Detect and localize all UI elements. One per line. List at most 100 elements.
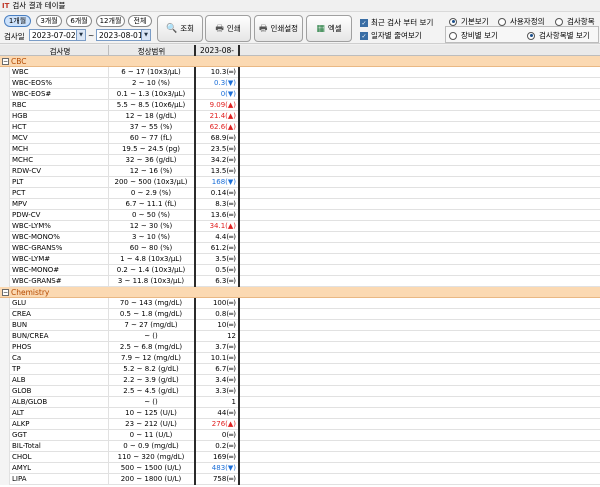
table-row[interactable]: WBC-GRANS% 60 ~ 80 (%) 61.2(═) [0, 243, 600, 254]
table-row[interactable]: RBC 5.5 ~ 8.5 (10x6/μL) 9.09(▲) [0, 100, 600, 111]
row-indent [0, 221, 10, 232]
table-row[interactable]: WBC-LYM# 1 ~ 4.8 (10x3/μL) 3.5(═) [0, 254, 600, 265]
collapse-icon[interactable]: − [2, 58, 9, 65]
table-row[interactable]: GLU 70 ~ 143 (mg/dL) 100(═) [0, 298, 600, 309]
period-12m-button[interactable]: 12개월 [96, 15, 125, 27]
result-value-cell: 68.9(═) [210, 134, 236, 142]
radio-equipment-label: 장비별 보기 [461, 31, 498, 40]
date-label: 검사일 [4, 32, 25, 41]
search-button[interactable]: 🔍 조회 [157, 15, 203, 42]
result-value-cell: 100(═) [212, 299, 236, 307]
table-row[interactable]: MPV 6.7 ~ 11.1 (fL) 8.3(═) [0, 199, 600, 210]
table-row[interactable]: WBC-EOS# 0.1 ~ 1.3 (10x3/μL) 0(▼) [0, 89, 600, 100]
table-row[interactable]: CHOL 110 ~ 320 (mg/dL) 169(═) [0, 452, 600, 463]
result-value-cell: 3.7(═) [215, 343, 236, 351]
table-row[interactable]: ALT 10 ~ 125 (U/L) 44(═) [0, 408, 600, 419]
result-value-cell: 0.8(═) [215, 310, 236, 318]
calendar-dropdown-icon[interactable]: ▼ [76, 30, 85, 40]
excel-button[interactable]: ▦ 엑셀 [306, 15, 352, 42]
table-row[interactable]: WBC-EOS% 2 ~ 10 (%) 0.3(▼) [0, 78, 600, 89]
table-row[interactable]: PHOS 2.5 ~ 6.8 (mg/dL) 3.7(═) [0, 342, 600, 353]
table-row[interactable]: Ca 7.9 ~ 12 (mg/dL) 10.1(═) [0, 353, 600, 364]
table-row[interactable]: MCH 19.5 ~ 24.5 (pg) 23.5(═) [0, 144, 600, 155]
period-6m-button[interactable]: 6개월 [66, 15, 92, 27]
table-row[interactable]: BIL-Total 0 ~ 0.9 (mg/dL) 0.2(═) [0, 441, 600, 452]
row-indent [0, 298, 10, 309]
normal-range-cell: 2.5 ~ 4.5 (g/dL) [123, 387, 179, 395]
result-value-cell: 483(▼) [211, 464, 236, 472]
table-row[interactable]: WBC-LYM% 12 ~ 30 (%) 34.1(▲) [0, 221, 600, 232]
test-name-cell: HGB [12, 112, 28, 120]
group-row[interactable]: − Chemistry [0, 287, 600, 298]
table-row[interactable]: WBC-GRANS# 3 ~ 11.8 (10x3/μL) 6.3(═) [0, 276, 600, 287]
table-row[interactable]: MCHC 32 ~ 36 (g/dL) 34.2(═) [0, 155, 600, 166]
row-indent [0, 386, 10, 397]
test-name-cell: PCT [12, 189, 26, 197]
table-row[interactable]: BUN/CREA ~ () 12 [0, 331, 600, 342]
normal-range-cell: 1 ~ 4.8 (10x3/μL) [120, 255, 182, 263]
fold-by-date-label: 일자별 줄여보기 [371, 31, 422, 40]
row-indent [0, 254, 10, 265]
date-from-field[interactable]: 2023-07-02. ▼ [29, 29, 86, 41]
date-to-field[interactable]: 2023-08-01 ▼ [96, 29, 151, 41]
table-row[interactable]: WBC-MONO% 3 ~ 10 (%) 4.4(═) [0, 232, 600, 243]
table-row[interactable]: PCT 0 ~ 2.9 (%) 0.14(═) [0, 188, 600, 199]
group-name: CBC [11, 57, 27, 66]
normal-range-cell: 23 ~ 212 (U/L) [125, 420, 177, 428]
normal-range-cell: 2.2 ~ 3.9 (g/dL) [123, 376, 179, 384]
table-row[interactable]: GLOB 2.5 ~ 4.5 (g/dL) 3.3(═) [0, 386, 600, 397]
table-row[interactable]: GGT 0 ~ 11 (U/L) 0(═) [0, 430, 600, 441]
table-row[interactable]: MCV 60 ~ 77 (fL) 68.9(═) [0, 133, 600, 144]
normal-range-cell: 37 ~ 55 (%) [129, 123, 173, 131]
calendar-dropdown-icon[interactable]: ▼ [141, 30, 150, 40]
table-row[interactable]: HCT 37 ~ 55 (%) 62.6(▲) [0, 122, 600, 133]
table-row[interactable]: ALB 2.2 ~ 3.9 (g/dL) 3.4(═) [0, 375, 600, 386]
table-row[interactable]: ALB/GLOB ~ () 1 [0, 397, 600, 408]
normal-range-cell: 200 ~ 500 (10x3/μL) [114, 178, 188, 186]
result-value-cell: 6.7(═) [215, 365, 236, 373]
fold-by-date-checkbox[interactable]: ✓ 일자별 줄여보기 [360, 30, 422, 41]
table-row[interactable]: CREA 0.5 ~ 1.8 (mg/dL) 0.8(═) [0, 309, 600, 320]
table-row[interactable]: AMYL 500 ~ 1500 (U/L) 483(▼) [0, 463, 600, 474]
title-bar: IT 검사 결과 테이블 [0, 0, 600, 12]
result-value-cell: 34.2(═) [210, 156, 236, 164]
recent-first-checkbox[interactable]: ✓ 최근 검사 부터 보기 [360, 17, 433, 28]
normal-range-cell: 0.1 ~ 1.3 (10x3/μL) [116, 90, 186, 98]
period-1m-button[interactable]: 1개월 [4, 15, 31, 27]
table-row[interactable]: HGB 12 ~ 18 (g/dL) 21.4(▲) [0, 111, 600, 122]
result-value-cell: 276(▲) [211, 420, 236, 428]
table-row[interactable]: WBC 6 ~ 17 (10x3/μL) 10.3(═) [0, 67, 600, 78]
table-row[interactable]: LIPA 200 ~ 1800 (U/L) 758(═) [0, 474, 600, 485]
table-row[interactable]: PLT 200 ~ 500 (10x3/μL) 168(▼) [0, 177, 600, 188]
test-name-cell: AMYL [12, 464, 32, 472]
table-row[interactable]: PDW-CV 0 ~ 50 (%) 13.6(═) [0, 210, 600, 221]
table-row[interactable]: BUN 7 ~ 27 (mg/dL) 10(═) [0, 320, 600, 331]
normal-range-cell: 12 ~ 30 (%) [129, 222, 173, 230]
period-all-button[interactable]: 전체 [128, 15, 152, 27]
table-row[interactable]: RDW-CV 12 ~ 16 (%) 13.5(═) [0, 166, 600, 177]
print-setup-button[interactable]: 🖶 인쇄설정 [254, 15, 303, 42]
test-name-cell: PHOS [12, 343, 32, 351]
period-3m-button[interactable]: 3개월 [36, 15, 62, 27]
print-button[interactable]: 🖶 인쇄 [205, 15, 251, 42]
table-row[interactable]: ALKP 23 ~ 212 (U/L) 276(▲) [0, 419, 600, 430]
normal-range-cell: 2 ~ 10 (%) [131, 79, 170, 87]
group-row[interactable]: − CBC [0, 56, 600, 67]
test-name-cell: WBC-LYM# [12, 255, 51, 263]
normal-range-cell: 3 ~ 10 (%) [131, 233, 170, 241]
collapse-icon[interactable]: − [2, 289, 9, 296]
date-from-value: 2023-07-02. [32, 30, 78, 40]
table-row[interactable]: WBC-MONO# 0.2 ~ 1.4 (10x3/μL) 0.5(═) [0, 265, 600, 276]
normal-range-cell: 500 ~ 1500 (U/L) [120, 464, 182, 472]
result-value-cell: 4.4(═) [215, 233, 236, 241]
radio-equipment-view[interactable]: 장비별 보기 [449, 30, 498, 41]
result-value-cell: 3.4(═) [215, 376, 236, 384]
grid-rows: − CBC WBC 6 ~ 17 (10x3/μL) 10.3(═) WBC-EOS% 2 … [0, 56, 600, 485]
test-name-cell: WBC-MONO% [12, 233, 60, 241]
radio-test-item-view[interactable]: 검사항목별 보기 [527, 30, 590, 41]
row-indent [0, 188, 10, 199]
test-name-cell: WBC-GRANS# [12, 277, 62, 285]
table-row[interactable]: TP 5.2 ~ 8.2 (g/dL) 6.7(═) [0, 364, 600, 375]
row-indent [0, 331, 10, 342]
normal-range-cell: 110 ~ 320 (mg/dL) [117, 453, 185, 461]
